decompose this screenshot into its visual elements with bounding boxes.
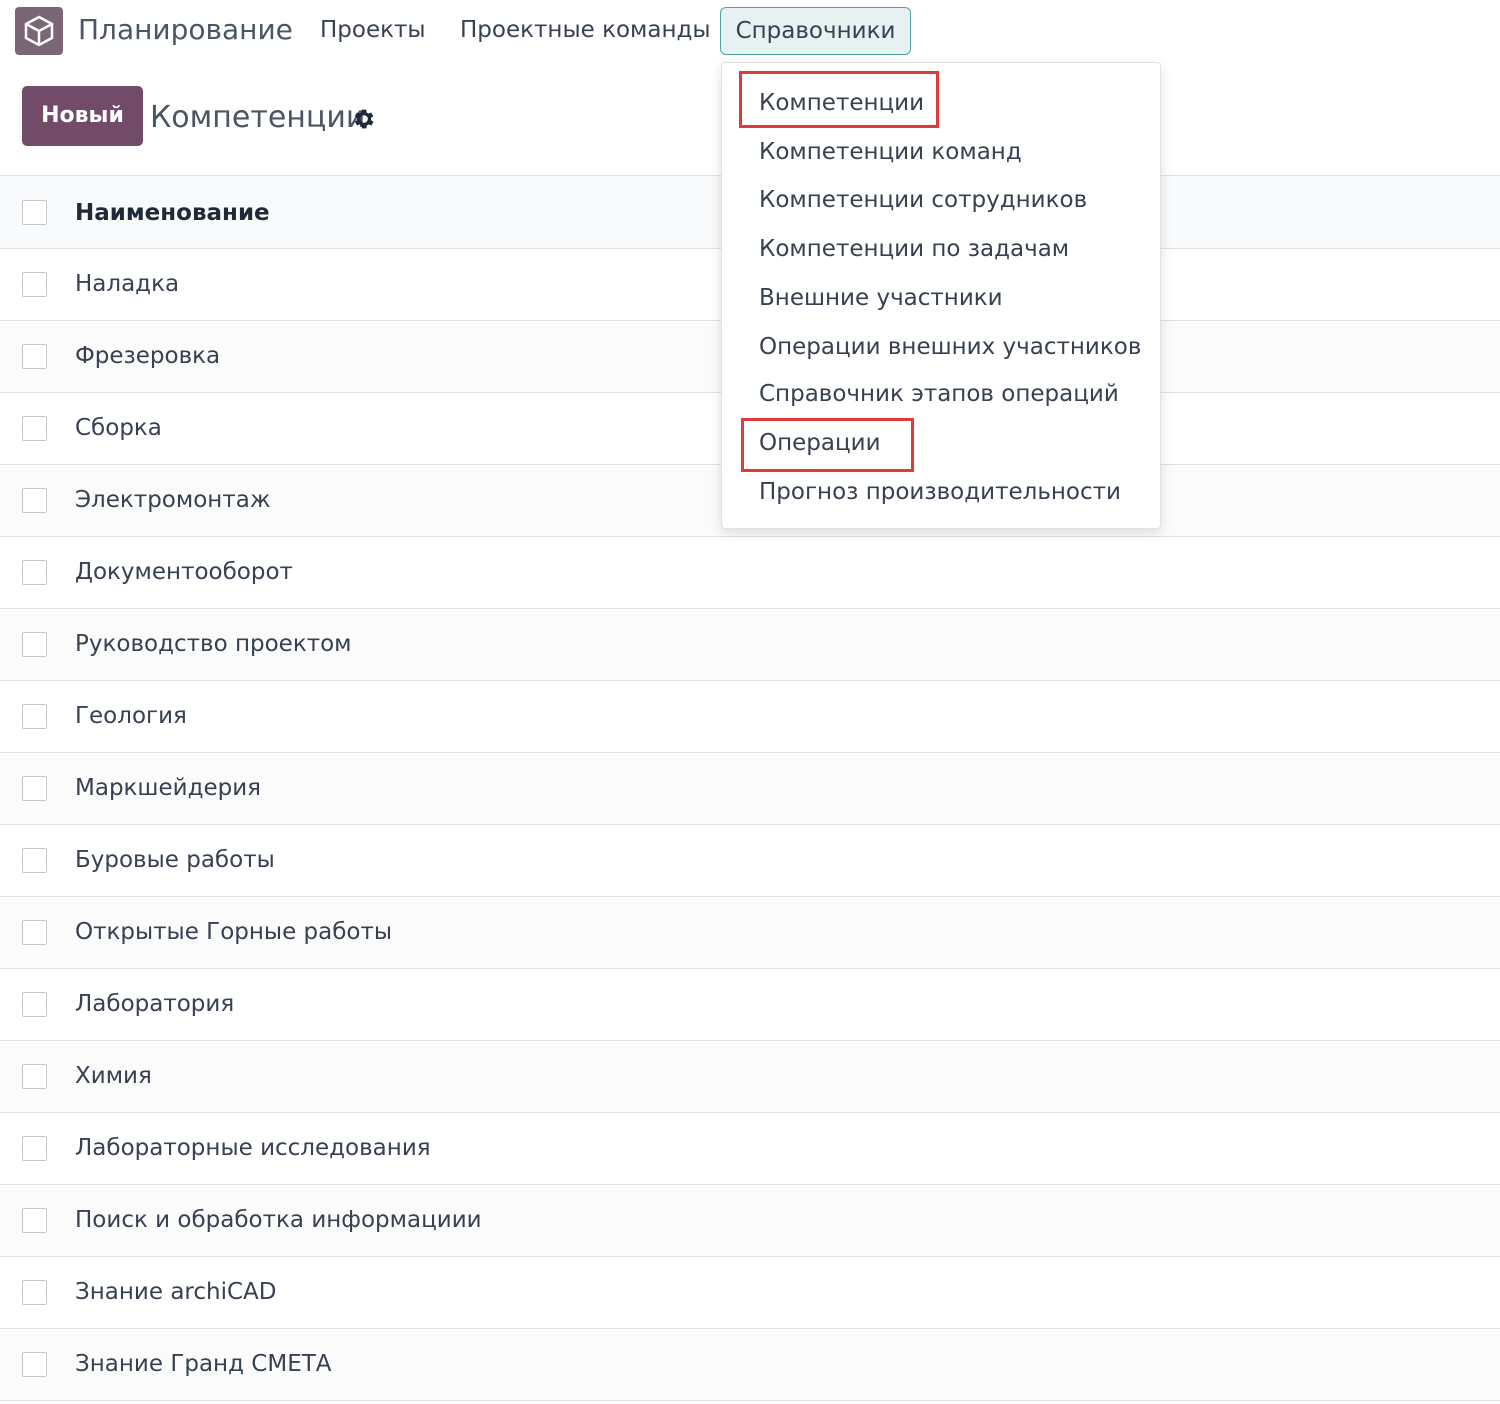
row-name: Открытые Горные работы [75, 919, 393, 945]
row-checkbox[interactable] [22, 632, 47, 657]
row-name: Сборка [75, 415, 162, 441]
row-name: Руководство проектом [75, 631, 352, 657]
row-name: Электромонтаж [75, 487, 271, 513]
menu-item-operations[interactable]: Операции [759, 430, 881, 456]
table-row[interactable]: Химия [0, 1041, 1500, 1113]
row-name: Знание archiCAD [75, 1279, 277, 1305]
row-name: Знание Гранд СМЕТА [75, 1351, 332, 1377]
row-name: Буровые работы [75, 847, 275, 873]
gear-icon[interactable] [350, 106, 376, 132]
row-checkbox[interactable] [22, 992, 47, 1017]
column-header-name[interactable]: Наименование [75, 200, 270, 226]
menu-item-external-participant-operations[interactable]: Операции внешних участников [759, 334, 1141, 360]
row-checkbox[interactable] [22, 1064, 47, 1089]
table-row[interactable]: Лаборатория [0, 969, 1500, 1041]
row-name: Геология [75, 703, 187, 729]
table-row[interactable]: Маркшейдерия [0, 753, 1500, 825]
table-row[interactable]: Лабораторные исследования [0, 1113, 1500, 1185]
menu-item-performance-forecast[interactable]: Прогноз производительности [759, 479, 1121, 505]
row-name: Лаборатория [75, 991, 235, 1017]
row-checkbox[interactable] [22, 920, 47, 945]
row-checkbox[interactable] [22, 560, 47, 585]
menu-item-competencies[interactable]: Компетенции [759, 90, 924, 116]
row-checkbox[interactable] [22, 1208, 47, 1233]
menu-item-operation-stages[interactable]: Справочник этапов операций [759, 381, 1119, 407]
row-checkbox[interactable] [22, 1352, 47, 1377]
row-name: Наладка [75, 271, 180, 297]
table-row[interactable]: Буровые работы [0, 825, 1500, 897]
row-name: Химия [75, 1063, 152, 1089]
table-row[interactable]: Открытые Горные работы [0, 897, 1500, 969]
table-row[interactable]: Поиск и обработка информациии [0, 1185, 1500, 1257]
select-all-checkbox[interactable] [22, 200, 47, 225]
row-name: Лабораторные исследования [75, 1135, 431, 1161]
row-checkbox[interactable] [22, 1136, 47, 1161]
table-row[interactable]: Знание Гранд СМЕТА [0, 1329, 1500, 1401]
row-checkbox[interactable] [22, 848, 47, 873]
menu-item-employee-competencies[interactable]: Компетенции сотрудников [759, 187, 1087, 213]
menu-item-external-participants[interactable]: Внешние участники [759, 285, 1003, 311]
row-name: Поиск и обработка информациии [75, 1207, 482, 1233]
table-row[interactable]: Руководство проектом [0, 609, 1500, 681]
row-name: Маркшейдерия [75, 775, 262, 801]
table-row[interactable]: Геология [0, 681, 1500, 753]
page-title: Компетенции [150, 100, 366, 135]
row-checkbox[interactable] [22, 488, 47, 513]
row-checkbox[interactable] [22, 1280, 47, 1305]
top-navbar: Планирование Проекты Проектные команды С… [0, 0, 1500, 62]
row-checkbox[interactable] [22, 272, 47, 297]
app-cube-icon[interactable] [15, 7, 63, 55]
row-name: Документооборот [75, 559, 293, 585]
new-button[interactable]: Новый [22, 86, 143, 146]
table-row[interactable]: Документооборот [0, 537, 1500, 609]
menu-item-team-competencies[interactable]: Компетенции команд [759, 139, 1022, 165]
row-checkbox[interactable] [22, 776, 47, 801]
app-name[interactable]: Планирование [78, 13, 293, 46]
row-checkbox[interactable] [22, 704, 47, 729]
nav-item-directories[interactable]: Справочники [720, 7, 911, 55]
nav-item-projects[interactable]: Проекты [320, 17, 426, 43]
directories-dropdown-menu: Компетенции Компетенции команд Компетенц… [721, 62, 1161, 529]
row-checkbox[interactable] [22, 344, 47, 369]
row-name: Фрезеровка [75, 343, 221, 369]
nav-item-project-teams[interactable]: Проектные команды [460, 17, 711, 43]
menu-item-task-competencies[interactable]: Компетенции по задачам [759, 236, 1069, 262]
table-row[interactable]: Знание archiCAD [0, 1257, 1500, 1329]
row-checkbox[interactable] [22, 416, 47, 441]
